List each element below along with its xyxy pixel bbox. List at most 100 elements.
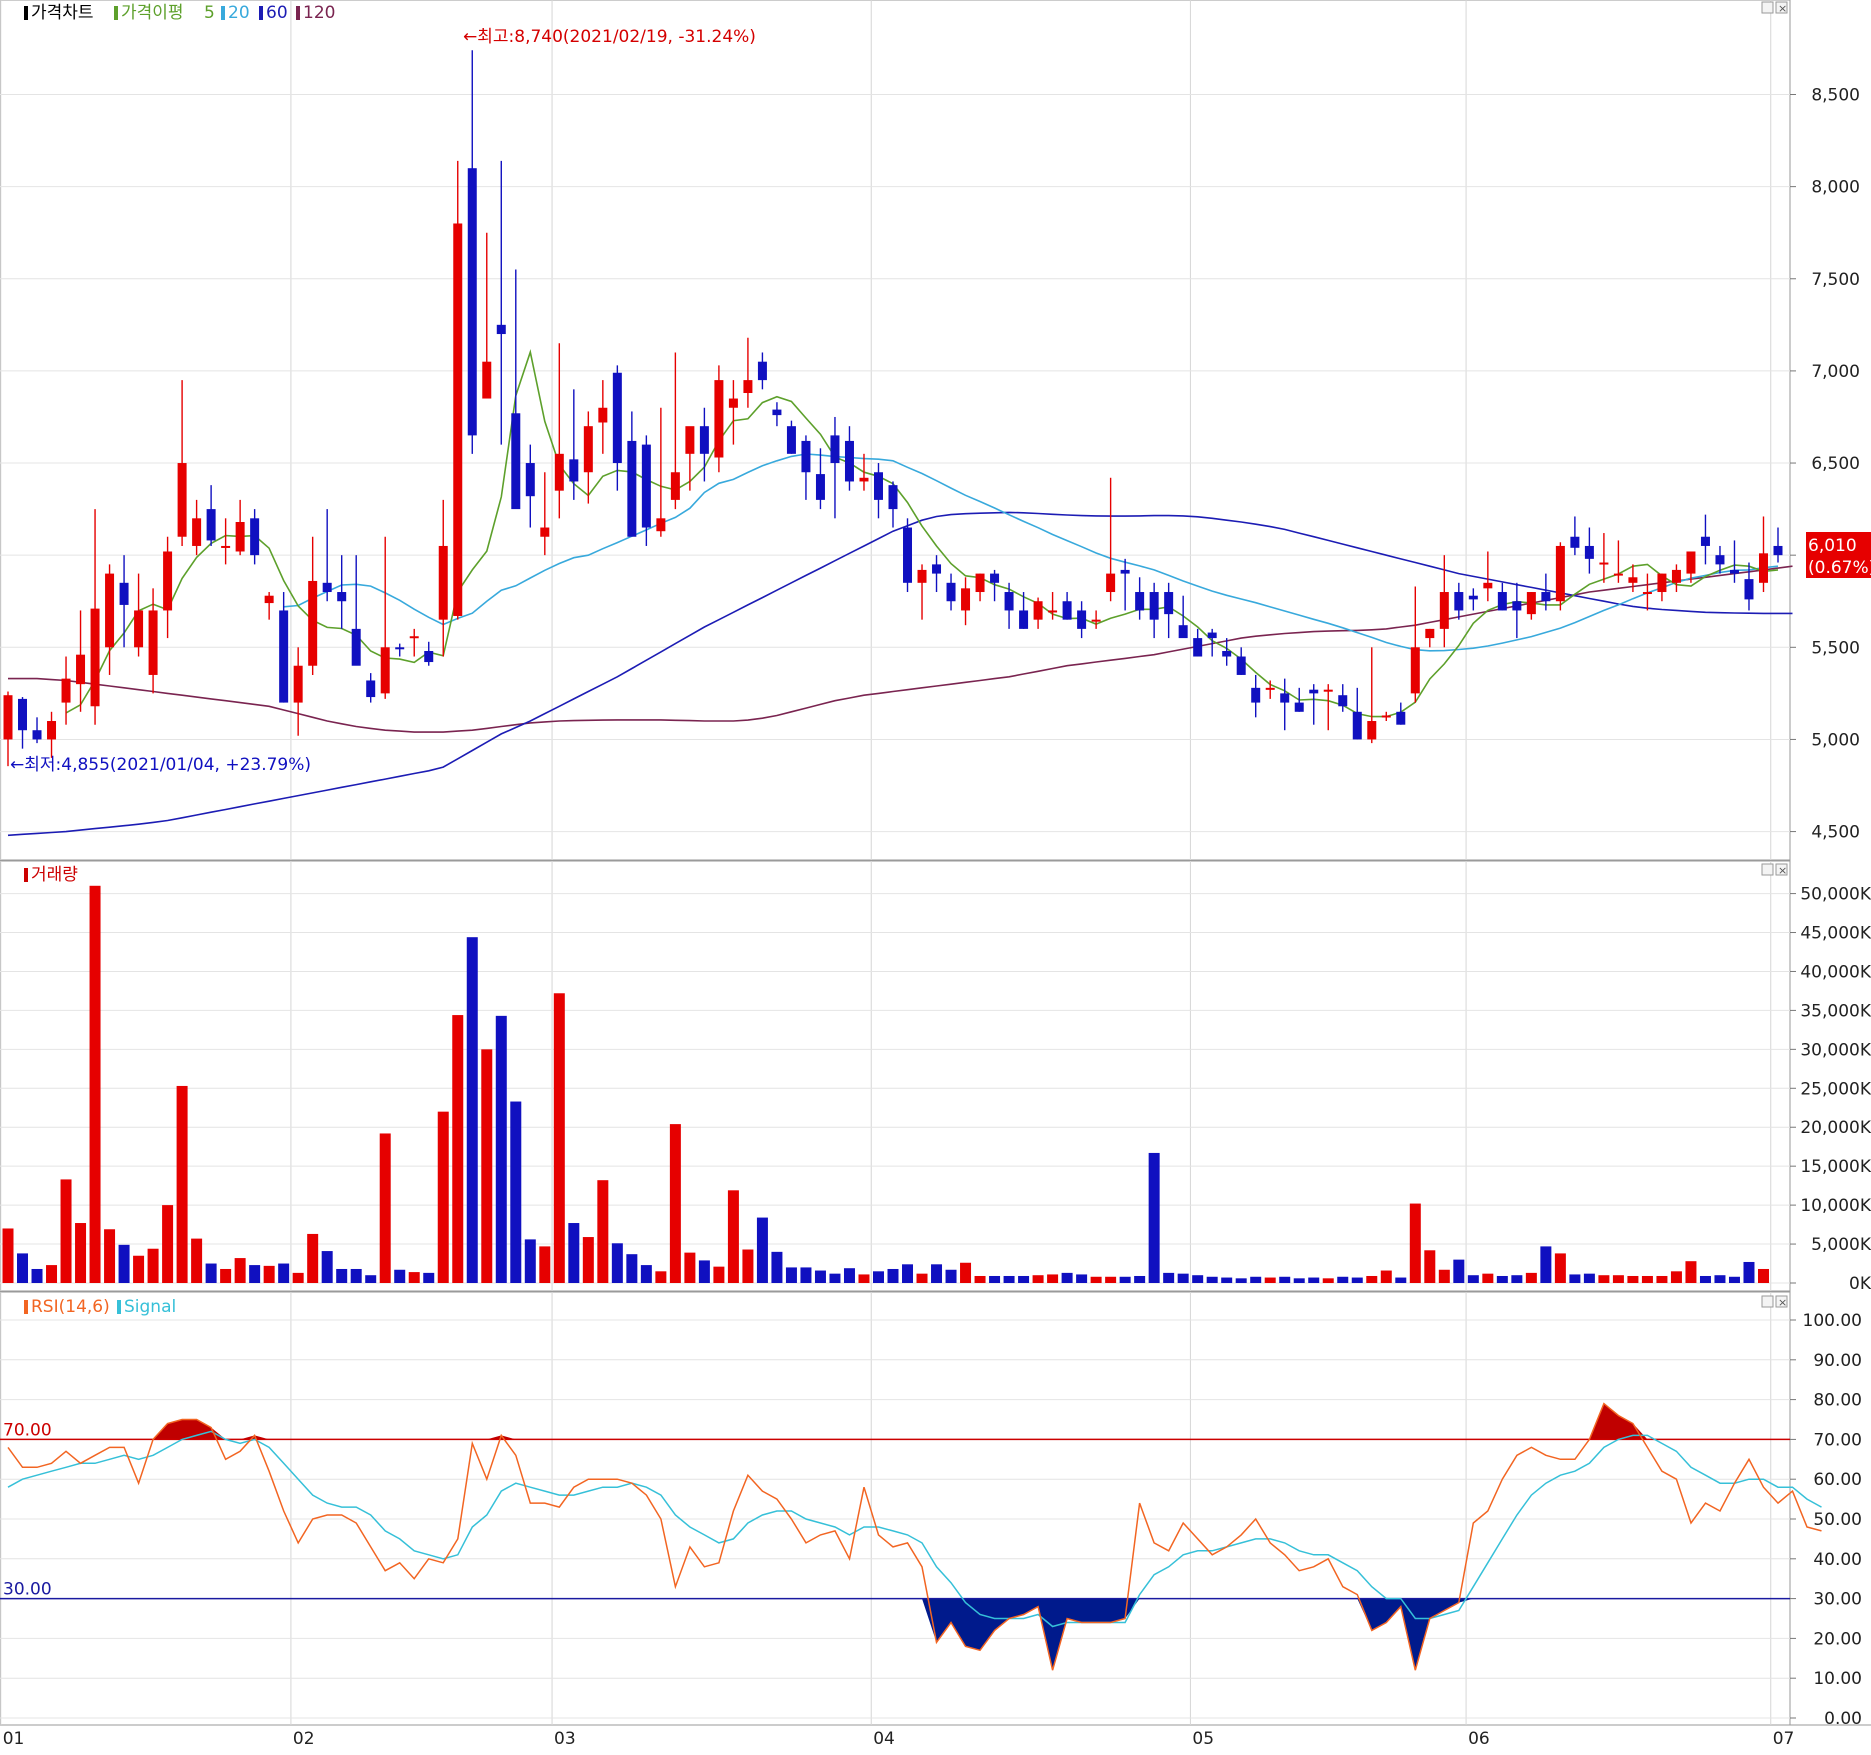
low-annotation: ←최저:4,855(2021/01/04, +23.79%) (10, 755, 311, 775)
volume-tick-label: 0K (1849, 1274, 1871, 1294)
candle-body (105, 573, 115, 648)
rsi-tick-label: 40.00 (1813, 1550, 1862, 1570)
volume-bar (902, 1264, 914, 1283)
volume-bar (481, 1049, 493, 1283)
candle-body (888, 485, 898, 510)
candle-body (1062, 601, 1072, 620)
candle-body (612, 372, 622, 464)
price-tick-label: 7,500 (1811, 270, 1860, 290)
candle-body (1497, 592, 1507, 611)
volume-bar (1134, 1275, 1146, 1283)
volume-bar (1409, 1203, 1421, 1283)
volume-bar (307, 1233, 319, 1283)
price-tick-label: 5,500 (1811, 638, 1860, 658)
rsi-minimize-button[interactable] (1761, 1295, 1774, 1308)
volume-tick-label: 50,000K (1800, 885, 1871, 905)
candle-body (1265, 687, 1275, 690)
rsi-legend: RSI(14,6) Signal (24, 1297, 176, 1317)
volume-tick-label: 5,000K (1811, 1235, 1871, 1255)
candle-body (163, 551, 173, 611)
candle-body (975, 573, 985, 593)
candle-body (467, 168, 477, 436)
volume-bar (394, 1269, 406, 1283)
candle-body (1570, 536, 1580, 548)
volume-bar (1235, 1278, 1247, 1283)
volume-bar (423, 1272, 435, 1283)
volume-bar (191, 1238, 203, 1283)
volume-bar (785, 1267, 797, 1283)
volume-panel (0, 860, 1791, 1292)
candle-body (873, 472, 883, 500)
volume-bar (989, 1275, 1001, 1283)
volume-bar (1685, 1261, 1697, 1283)
volume-bar (1728, 1276, 1740, 1283)
candle-body (47, 721, 57, 740)
ma-legend-label: 가격이평 (121, 3, 184, 23)
volume-bar (1366, 1275, 1378, 1283)
volume-bar (1656, 1275, 1668, 1283)
candle-body (308, 580, 318, 666)
rsi-tick-label: 70.00 (1813, 1430, 1862, 1450)
candle-body (1671, 569, 1681, 583)
current-price-badge: 6,010 (0.67%) (1806, 532, 1871, 578)
candle-body (366, 680, 376, 698)
candle-body (1642, 592, 1652, 595)
rsi-tick-label: 10.00 (1813, 1669, 1862, 1689)
rsi-tick-label: 30.00 (1813, 1590, 1862, 1610)
volume-bar (46, 1265, 58, 1283)
volume-bar (887, 1268, 899, 1283)
candle-body (1033, 601, 1043, 620)
volume-bar (597, 1180, 609, 1283)
xtick-label: 04 (873, 1729, 895, 1749)
volume-bar (292, 1272, 304, 1283)
candle-body (932, 564, 942, 574)
ma5-legend: 5 (204, 3, 215, 23)
price-tick-label: 8,000 (1811, 178, 1860, 198)
volume-minimize-button[interactable] (1761, 863, 1774, 876)
volume-bar (1540, 1246, 1552, 1283)
volume-bar (89, 885, 101, 1283)
candle-body (482, 361, 492, 399)
volume-bar (611, 1243, 623, 1283)
xtick-label: 02 (293, 1729, 315, 1749)
candle-body (511, 413, 521, 510)
volume-bar (365, 1275, 377, 1283)
volume-bar (582, 1237, 594, 1283)
candle-body (1135, 592, 1145, 611)
volume-bar (162, 1205, 174, 1283)
volume-bar (1221, 1277, 1233, 1283)
volume-bar (1293, 1278, 1305, 1283)
rsi-tick-label: 60.00 (1813, 1470, 1862, 1490)
candle-body (1280, 693, 1290, 703)
volume-tick-label: 40,000K (1800, 962, 1871, 982)
candle-body (1178, 625, 1188, 639)
candle-body (641, 444, 651, 528)
candle-body (540, 527, 550, 537)
price-minimize-button[interactable] (1761, 1, 1774, 14)
candle-body (264, 595, 274, 604)
volume-bar (205, 1263, 217, 1283)
volume-bar (974, 1275, 986, 1283)
candle-body (1004, 592, 1014, 611)
candle-body (1164, 592, 1174, 615)
volume-bar (727, 1190, 739, 1283)
volume-bar (1148, 1152, 1160, 1283)
candle-body (1294, 702, 1304, 712)
candle-body (380, 647, 390, 694)
candle-body (134, 610, 144, 648)
candle-body (859, 477, 869, 482)
price-tick-label: 4,500 (1811, 823, 1860, 843)
volume-bar (350, 1268, 362, 1283)
volume-bar (756, 1217, 768, 1283)
price-tick-label: 7,000 (1811, 362, 1860, 382)
price-tick-label: 6,500 (1811, 454, 1860, 474)
volume-bar (437, 1111, 449, 1283)
volume-bar (524, 1239, 536, 1283)
candle-body (1425, 628, 1435, 639)
candle-body (351, 628, 361, 666)
price-panel (0, 0, 1791, 861)
volume-legend-label: 거래량 (31, 865, 78, 885)
price-legend-marker (24, 6, 28, 20)
candle-body (3, 695, 13, 740)
volume-bar (408, 1272, 420, 1283)
